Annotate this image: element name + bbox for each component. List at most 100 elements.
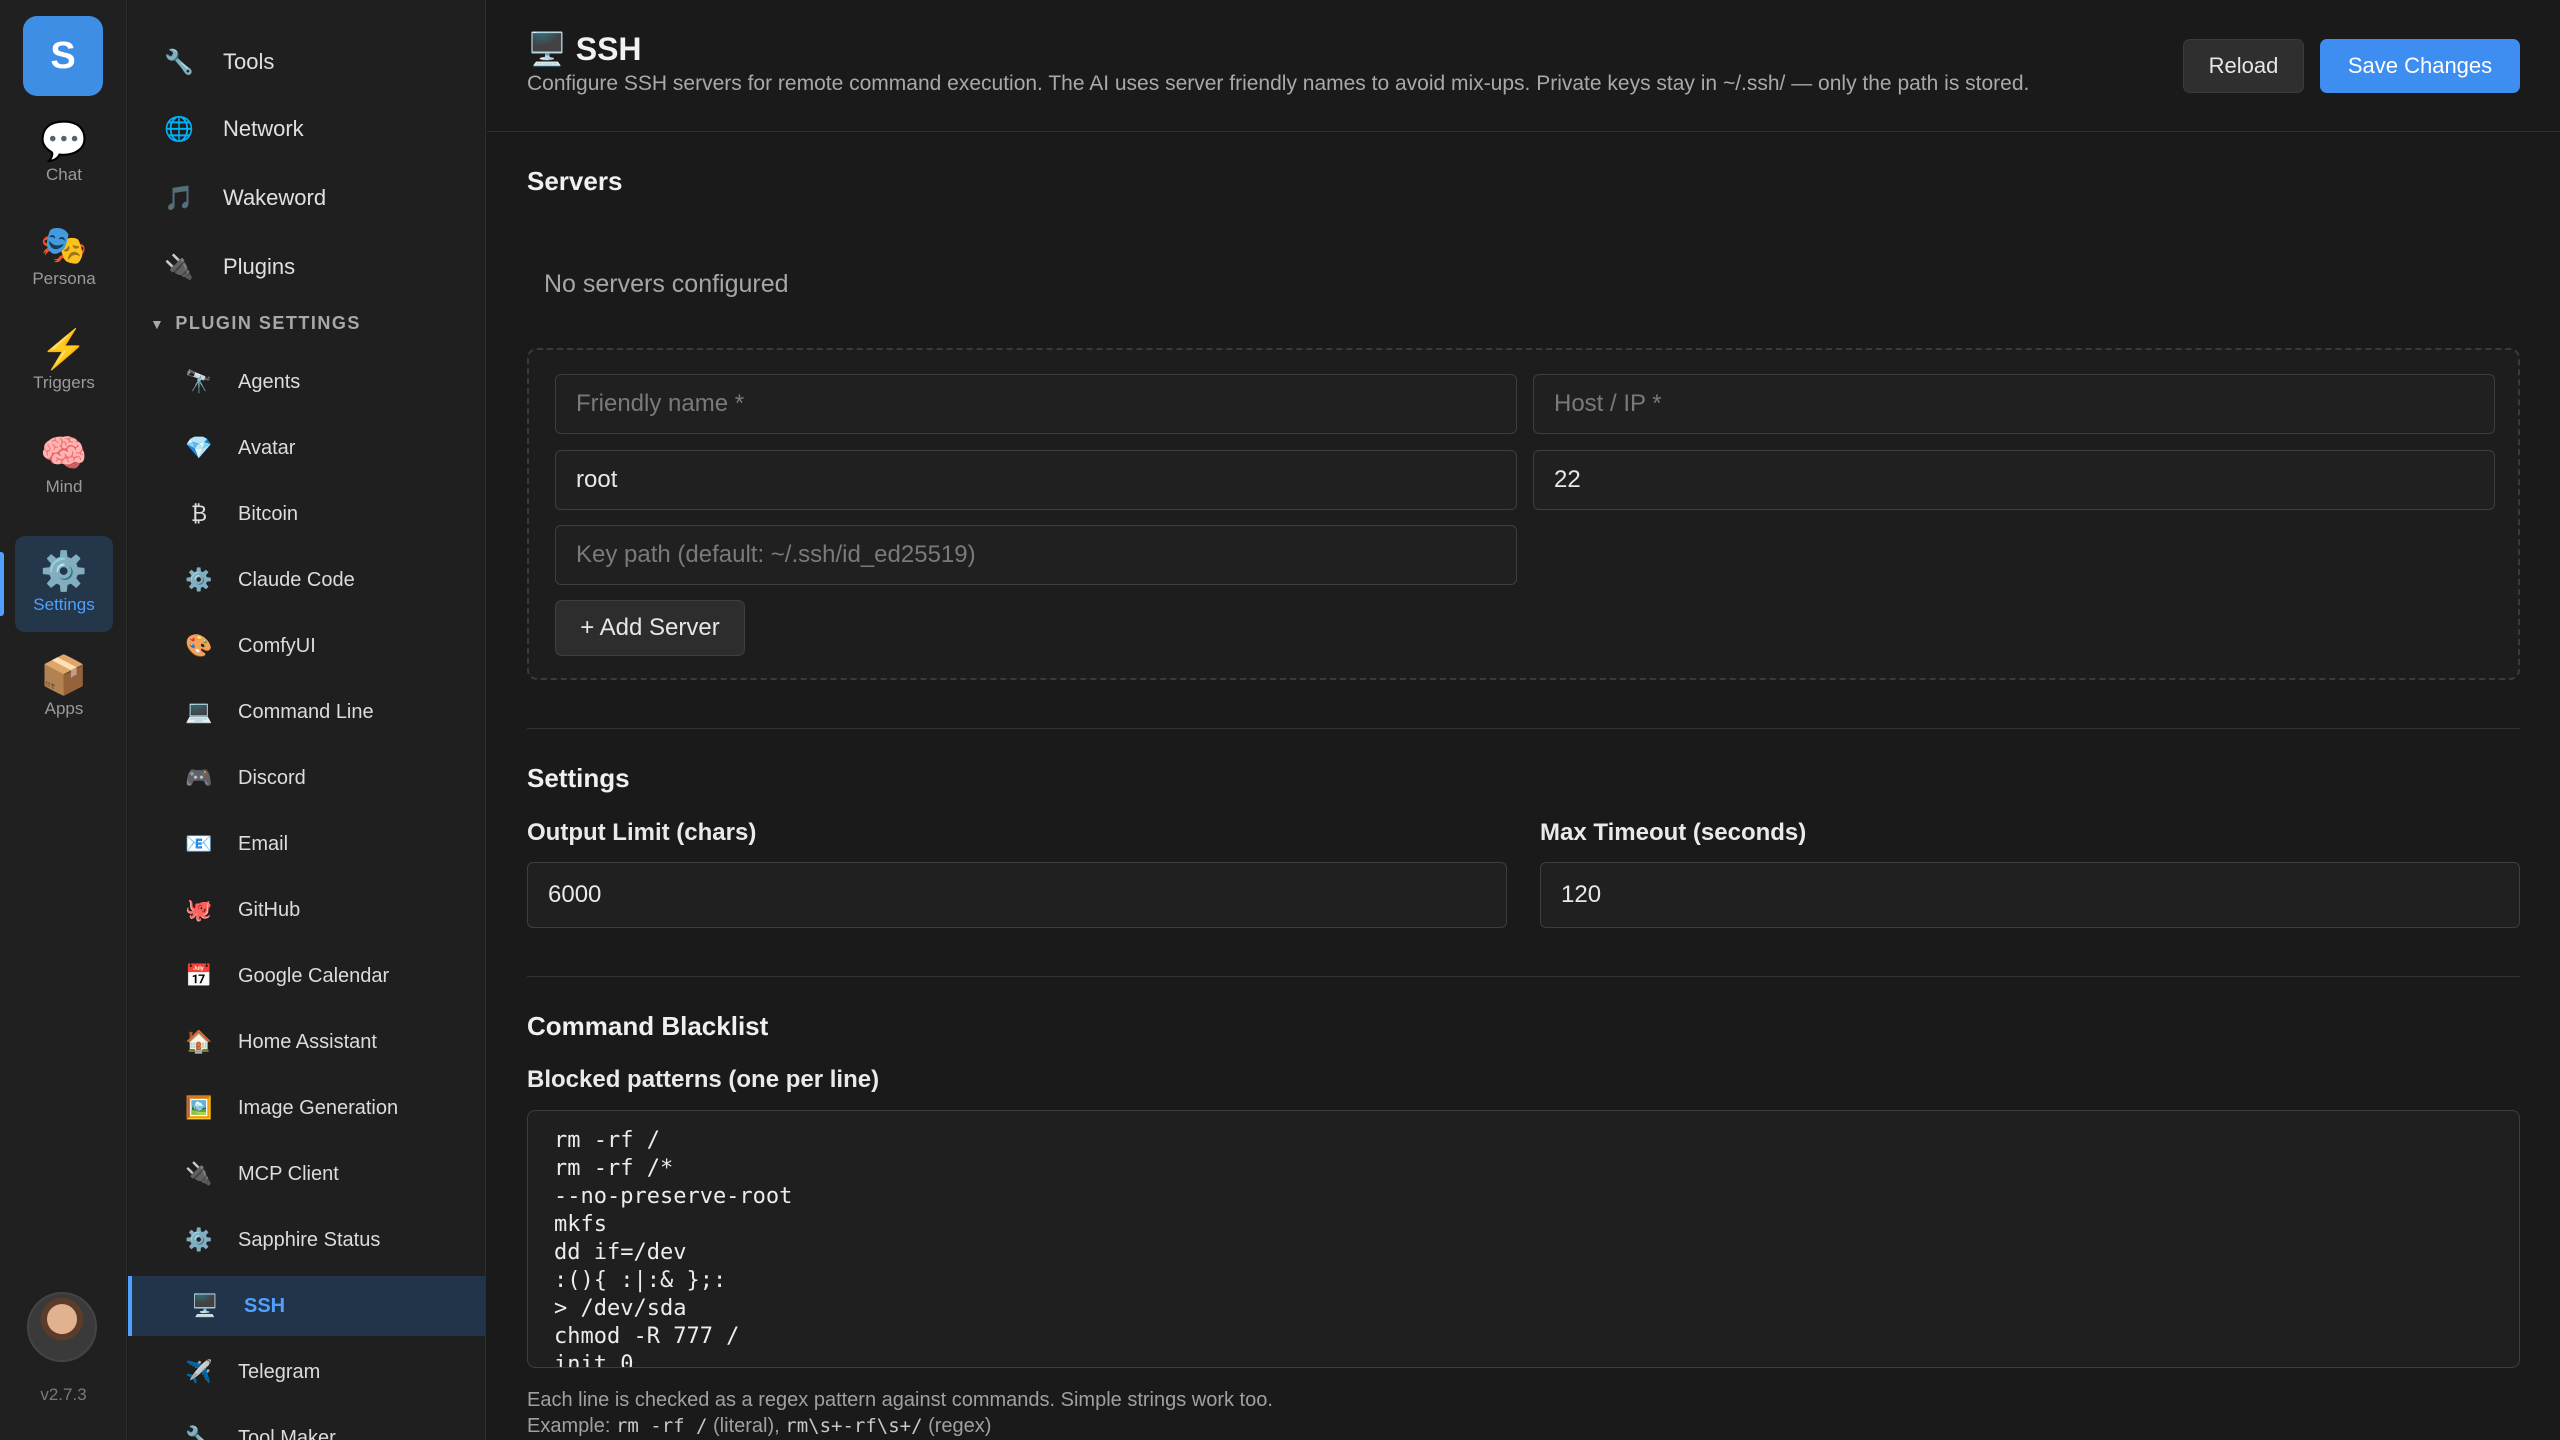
sidebar-item-discord[interactable]: 🎮 Discord	[128, 748, 485, 808]
rail-item-label: Persona	[32, 269, 96, 288]
plugin-settings-section-header[interactable]: ▼ PLUGIN SETTINGS	[150, 313, 361, 334]
sidebar-item-tools[interactable]: 🔧 Tools	[128, 32, 485, 92]
section-header-label: PLUGIN SETTINGS	[175, 313, 361, 333]
chat-icon: 💬	[40, 121, 88, 163]
host-ip-input[interactable]: Host / IP *	[1533, 374, 2495, 434]
sidebar-item-bitcoin[interactable]: ₿ Bitcoin	[128, 484, 485, 544]
rail-item-label: Mind	[45, 477, 83, 496]
sidebar-item-label: Command Line	[238, 700, 374, 723]
blocked-patterns-textarea[interactable]: rm -rf / rm -rf /* --no-preserve-root mk…	[527, 1110, 2520, 1368]
sidebar-item-github[interactable]: 🐙 GitHub	[128, 880, 485, 940]
sidebar-item-comfyui[interactable]: 🎨 ComfyUI	[128, 616, 485, 676]
rail-item-settings[interactable]: ⚙️ Settings	[15, 536, 113, 632]
rail-item-triggers[interactable]: ⚡ Triggers	[15, 314, 113, 410]
max-timeout-label: Max Timeout (seconds)	[1540, 819, 1807, 846]
sidebar-item-label: Google Calendar	[238, 964, 390, 987]
settings-heading: Settings	[527, 763, 630, 793]
sidebar-item-label: GitHub	[238, 898, 301, 921]
save-changes-button[interactable]: Save Changes	[2320, 39, 2520, 93]
sidebar-item-label: Wakeword	[223, 185, 327, 210]
sidebar-item-label: Tools	[223, 49, 275, 74]
section-divider	[527, 976, 2520, 977]
page-header: 🖥️ SSH Configure SSH servers for remote …	[487, 0, 2560, 132]
app-logo[interactable]: S	[23, 16, 103, 96]
house-icon: 🏠	[185, 1029, 213, 1054]
desktop-computer-icon: 🖥️	[191, 1293, 219, 1318]
help-example-suffix: (regex)	[928, 1415, 992, 1437]
sidebar-item-network[interactable]: 🌐 Network	[128, 99, 485, 159]
port-input[interactable]: 22	[1533, 450, 2495, 510]
airplane-icon: ✈️	[185, 1359, 213, 1384]
main-content: 🖥️ SSH Configure SSH servers for remote …	[487, 0, 2560, 1440]
sidebar-item-mcp-client[interactable]: 🔌 MCP Client	[128, 1144, 485, 1204]
sidebar-item-claude-code[interactable]: ⚙️ Claude Code	[128, 550, 485, 610]
rail-item-label: Settings	[33, 595, 95, 614]
sidebar-item-sapphire-status[interactable]: ⚙️ Sapphire Status	[128, 1210, 485, 1270]
sidebar-item-google-calendar[interactable]: 📅 Google Calendar	[128, 946, 485, 1006]
sidebar-item-avatar[interactable]: 💎 Avatar	[128, 418, 485, 478]
sidebar-item-agents[interactable]: 🔭 Agents	[128, 352, 485, 412]
sidebar-item-label: Agents	[238, 370, 301, 393]
email-icon: 📧	[185, 831, 213, 856]
sidebar-item-email[interactable]: 📧 Email	[128, 814, 485, 874]
key-path-input[interactable]: Key path (default: ~/.ssh/id_ed25519)	[555, 525, 1517, 585]
sidebar-item-label: Plugins	[223, 254, 296, 279]
sidebar-item-tool-maker[interactable]: 🔧 Tool Maker	[128, 1408, 485, 1440]
servers-heading: Servers	[527, 166, 623, 196]
rail-item-chat[interactable]: 💬 Chat	[15, 106, 113, 202]
rail-item-label: Apps	[44, 699, 84, 718]
plug-icon: 🔌	[185, 1161, 213, 1186]
help-line: Each line is checked as a regex pattern …	[527, 1389, 1273, 1411]
sidebar-item-label: Network	[223, 116, 304, 141]
sidebar-item-label: Image Generation	[238, 1096, 399, 1119]
user-avatar[interactable]	[27, 1292, 97, 1362]
sidebar-item-label: Avatar	[238, 436, 296, 459]
sidebar-item-label: MCP Client	[238, 1162, 339, 1185]
sidebar-item-label: SSH	[244, 1294, 286, 1317]
globe-icon: 🌐	[164, 115, 194, 143]
page-title: 🖥️ SSH	[527, 30, 642, 68]
settings-sidebar: 🔧 Tools 🌐 Network 🎵 Wakeword 🔌 Plugins ▼…	[128, 0, 486, 1440]
lightning-icon: ⚡	[40, 329, 88, 371]
sidebar-item-command-line[interactable]: 💻 Command Line	[128, 682, 485, 742]
sidebar-item-home-assistant[interactable]: 🏠 Home Assistant	[128, 1012, 485, 1072]
add-server-form: Friendly name * Host / IP * root 22 Key …	[527, 348, 2520, 680]
rail-item-apps[interactable]: 📦 Apps	[15, 640, 113, 736]
sidebar-item-telegram[interactable]: ✈️ Telegram	[128, 1342, 485, 1402]
picture-icon: 🖼️	[185, 1095, 213, 1120]
sidebar-item-label: Sapphire Status	[238, 1228, 381, 1251]
gear-icon: ⚙️	[185, 567, 213, 592]
sidebar-item-label: Tool Maker	[238, 1426, 336, 1440]
gear-icon: ⚙️	[185, 1227, 213, 1252]
caret-down-icon: ▼	[150, 316, 166, 332]
laptop-icon: 💻	[185, 699, 213, 724]
package-icon: 📦	[40, 655, 88, 697]
sidebar-item-label: Email	[238, 832, 289, 855]
rail-item-persona[interactable]: 🎭 Persona	[15, 210, 113, 306]
sidebar-item-image-generation[interactable]: 🖼️ Image Generation	[128, 1078, 485, 1138]
desktop-computer-icon: 🖥️	[527, 31, 567, 67]
sidebar-item-plugins[interactable]: 🔌 Plugins	[128, 237, 485, 297]
rail-item-mind[interactable]: 🧠 Mind	[15, 418, 113, 514]
max-timeout-input[interactable]: 120	[1540, 862, 2520, 928]
sidebar-item-label: Home Assistant	[238, 1030, 377, 1053]
user-input[interactable]: root	[555, 450, 1517, 510]
output-limit-label: Output Limit (chars)	[527, 819, 757, 846]
sidebar-item-label: ComfyUI	[238, 634, 316, 657]
help-example-mid: (literal),	[713, 1415, 780, 1437]
help-example-literal: rm -rf /	[615, 1415, 708, 1437]
sidebar-item-ssh[interactable]: 🖥️ SSH	[128, 1276, 485, 1336]
plug-icon: 🔌	[164, 253, 194, 281]
output-limit-input[interactable]: 6000	[527, 862, 1507, 928]
reload-button[interactable]: Reload	[2183, 39, 2304, 93]
rail-item-label: Triggers	[33, 373, 95, 392]
sidebar-item-wakeword[interactable]: 🎵 Wakeword	[128, 168, 485, 228]
app-version: v2.7.3	[40, 1385, 87, 1404]
help-example-line: Example: rm -rf / (literal), rm\s+-rf\s+…	[527, 1413, 1273, 1439]
rail-item-label: Chat	[46, 165, 82, 184]
add-server-button[interactable]: + Add Server	[555, 600, 745, 656]
friendly-name-input[interactable]: Friendly name *	[555, 374, 1517, 434]
icon-rail: S 💬 Chat 🎭 Persona ⚡ Triggers 🧠 Mind ⚙️ …	[0, 0, 127, 1440]
wrench-icon: 🔧	[164, 48, 194, 76]
bitcoin-icon: ₿	[190, 501, 208, 526]
